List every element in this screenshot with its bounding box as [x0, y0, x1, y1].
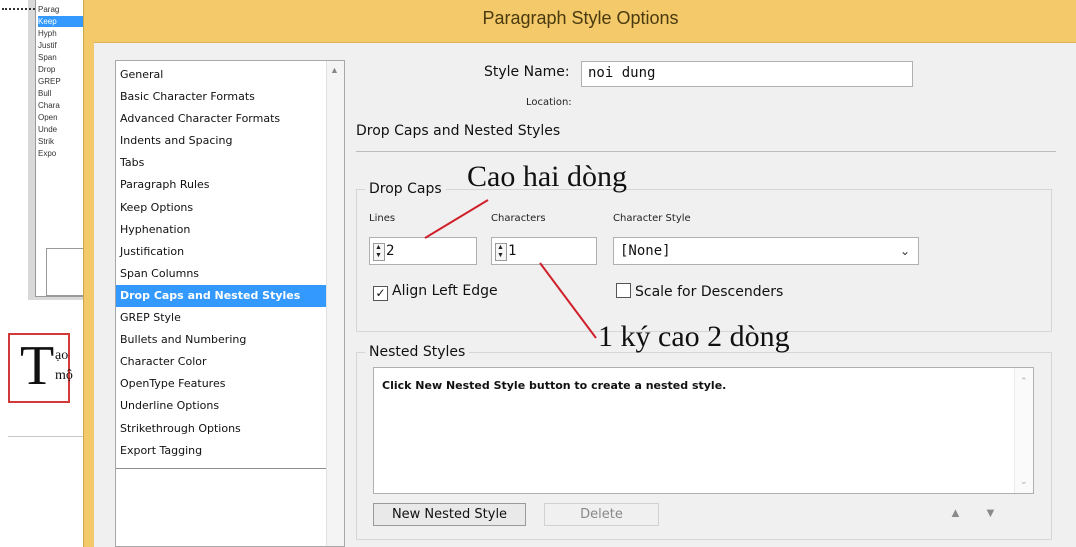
- annotation-overlay: [424, 199, 597, 339]
- annotation-characters-note: 1 ký cao 2 dòng: [598, 320, 790, 353]
- annotation-lines-note: Cao hai dòng: [467, 160, 627, 193]
- annotation-line-lines: [424, 199, 489, 239]
- annotation-line-characters: [539, 262, 597, 339]
